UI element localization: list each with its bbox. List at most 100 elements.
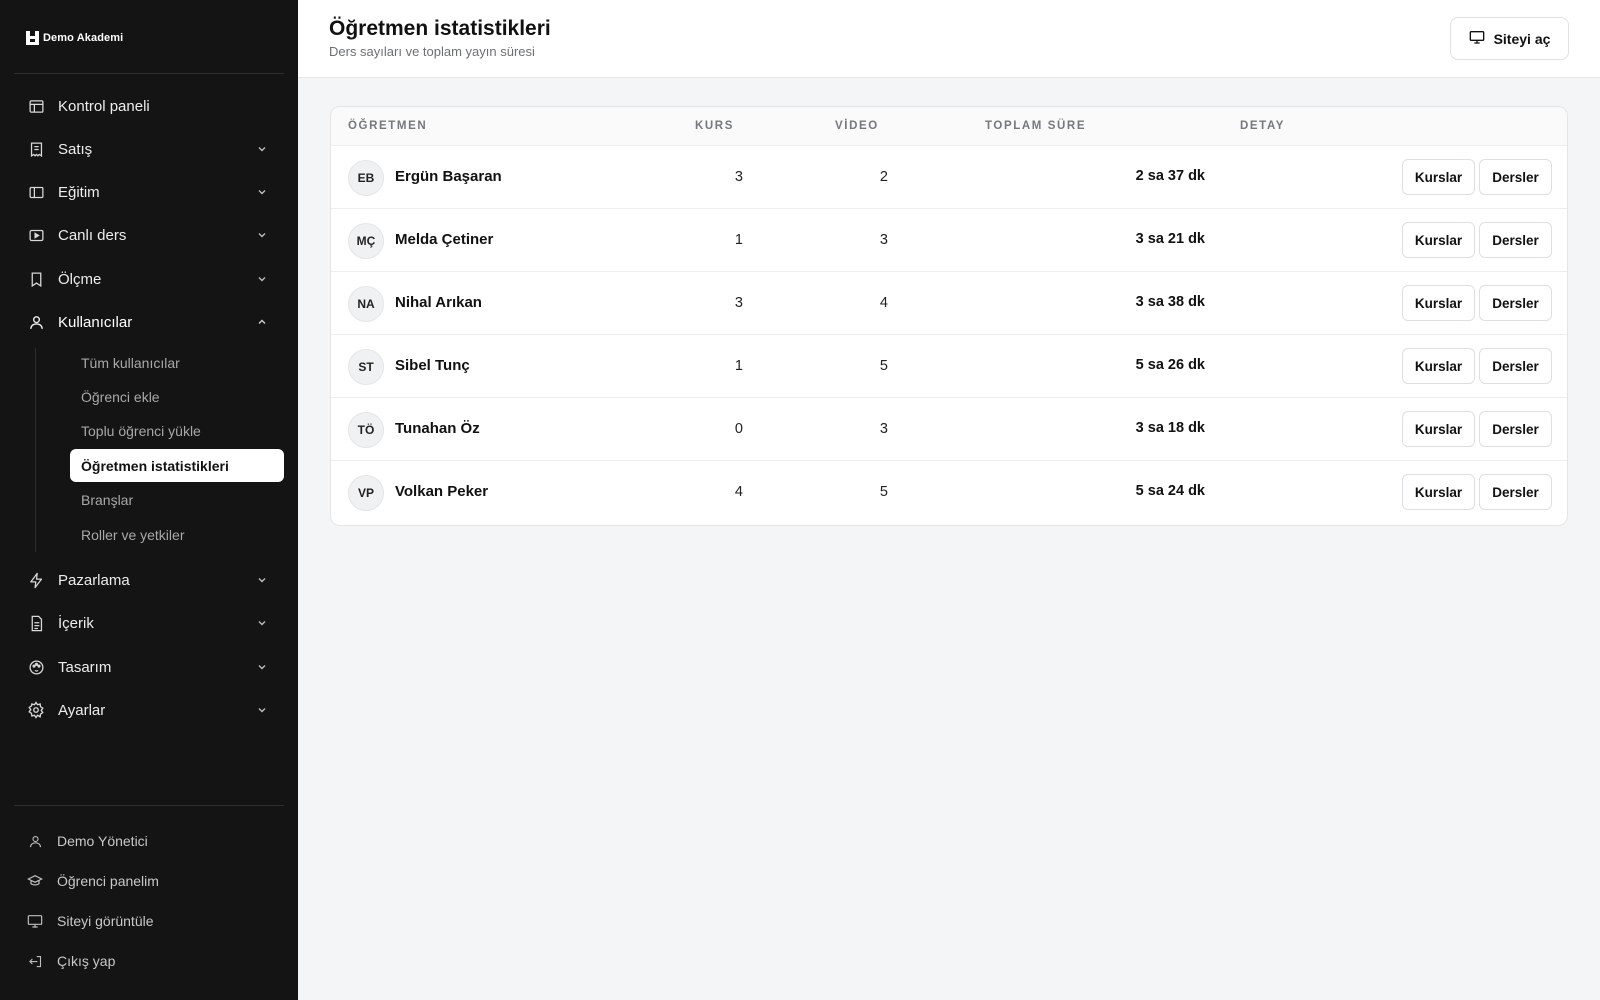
lessons-button[interactable]: Dersler <box>1479 411 1552 447</box>
bookmark-icon <box>27 270 45 288</box>
chevron-down-icon <box>256 143 268 155</box>
footer-item-label: Siteyi görüntüle <box>57 913 154 929</box>
total-duration: 2 sa 37 dk <box>1135 168 1205 184</box>
video-icon <box>27 226 45 244</box>
nav-item-label: Tasarım <box>58 658 112 676</box>
nav-item-olcme[interactable]: Ölçme <box>14 259 284 299</box>
page-header: Öğretmen istatistikleri Ders sayıları ve… <box>298 0 1600 78</box>
courses-button[interactable]: Kurslar <box>1402 474 1475 510</box>
chevron-down-icon <box>256 661 268 673</box>
column-header-video: VİDEO <box>835 120 879 132</box>
total-duration: 3 sa 21 dk <box>1135 231 1205 247</box>
column-header-kurs: KURS <box>695 120 734 132</box>
column-header-toplam-sure: TOPLAM SÜRE <box>985 120 1087 132</box>
footer-item-label: Öğrenci panelim <box>57 873 159 889</box>
total-duration: 3 sa 18 dk <box>1135 420 1205 436</box>
course-count: 4 <box>734 484 743 500</box>
chevron-down-icon <box>256 704 268 716</box>
nav-item-icerik[interactable]: İçerik <box>14 603 284 643</box>
courses-button[interactable]: Kurslar <box>1402 285 1475 321</box>
nav-item-label: Eğitim <box>58 183 100 201</box>
table-row: NA Nihal Arıkan 3 4 3 sa 38 dk Kurslar Dersler <box>331 272 1567 335</box>
chevron-down-icon <box>256 186 268 198</box>
avatar: ST <box>348 349 384 385</box>
nav-item-pazarlama[interactable]: Pazarlama <box>14 560 284 600</box>
video-count: 5 <box>879 484 888 500</box>
submenu-item-ogrenci-ekle[interactable]: Öğrenci ekle <box>70 380 284 413</box>
open-site-button[interactable]: Siteyi aç <box>1450 17 1569 60</box>
teacher-name: Volkan Peker <box>395 483 489 500</box>
palette-icon <box>27 658 45 676</box>
monitor-icon <box>1469 29 1485 48</box>
table-row: EB Ergün Başaran 3 2 2 sa 37 dk Kurslar Dersle… <box>331 146 1567 209</box>
total-duration: 5 sa 24 dk <box>1135 483 1205 499</box>
footer-item-label: Çıkış yap <box>57 953 116 969</box>
logo-mark-icon <box>26 31 39 45</box>
video-count: 2 <box>879 169 888 185</box>
nav-item-label: Pazarlama <box>58 571 130 589</box>
sidebar: Demo Akademi Kontrol paneli Satış Eğitim… <box>0 0 298 1000</box>
column-header-detay: DETAY <box>1240 120 1286 132</box>
open-site-label: Siteyi aç <box>1493 30 1551 47</box>
nav-item-canli-ders[interactable]: Canlı ders <box>14 215 284 255</box>
footer-item-demo-yonetici[interactable]: Demo Yönetici <box>14 824 284 858</box>
lightning-icon <box>27 571 45 589</box>
submenu-item-ogretmen-istatistikleri[interactable]: Öğretmen istatistikleri <box>70 449 284 482</box>
user-icon <box>27 833 43 849</box>
nav-item-label: Satış <box>58 140 93 158</box>
teacher-name: Tunahan Öz <box>395 420 480 437</box>
brand[interactable]: Demo Akademi <box>26 31 123 45</box>
video-count: 4 <box>879 295 888 311</box>
teacher-name: Nihal Arıkan <box>395 294 482 311</box>
avatar: MÇ <box>348 223 384 259</box>
submenu-item-roller-ve-yetkiler[interactable]: Roller ve yetkiler <box>70 518 284 551</box>
avatar: NA <box>348 286 384 322</box>
column-header-ogretmen: ÖĞRETMEN <box>348 120 428 132</box>
footer-item-cikis-yap[interactable]: Çıkış yap <box>14 944 284 978</box>
footer-item-ogrenci-panelim[interactable]: Öğrenci panelim <box>14 864 284 898</box>
avatar: VP <box>348 475 384 511</box>
nav-item-egitim[interactable]: Eğitim <box>14 172 284 212</box>
video-count: 3 <box>879 421 888 437</box>
video-count: 3 <box>879 232 888 248</box>
sidebar-divider <box>14 73 284 74</box>
footer-item-label: Demo Yönetici <box>57 833 148 849</box>
avatar: EB <box>348 160 384 196</box>
sidebar-divider <box>14 805 284 806</box>
nav-item-tasarim[interactable]: Tasarım <box>14 647 284 687</box>
submenu-item-tum-kullanicilar[interactable]: Tüm kullanıcılar <box>70 346 284 379</box>
nav-item-label: Canlı ders <box>58 226 127 244</box>
course-count: 1 <box>734 232 743 248</box>
table-row: VP Volkan Peker 4 5 5 sa 24 dk Kurslar Dersler <box>331 461 1567 524</box>
nav-item-label: Kullanıcılar <box>58 313 133 331</box>
page-subtitle: Ders sayıları ve toplam yayın süresi <box>329 44 535 59</box>
lessons-button[interactable]: Dersler <box>1479 474 1552 510</box>
dashboard-icon <box>27 97 45 115</box>
courses-button[interactable]: Kurslar <box>1402 159 1475 195</box>
graduation-cap-icon <box>27 873 43 889</box>
lessons-button[interactable]: Dersler <box>1479 222 1552 258</box>
footer-item-siteyi-goruntule[interactable]: Siteyi görüntüle <box>14 904 284 938</box>
lessons-button[interactable]: Dersler <box>1479 348 1552 384</box>
courses-button[interactable]: Kurslar <box>1402 348 1475 384</box>
chevron-down-icon <box>256 273 268 285</box>
submenu-item-branslar[interactable]: Branşlar <box>70 483 284 516</box>
video-count: 5 <box>879 358 888 374</box>
lessons-button[interactable]: Dersler <box>1479 159 1552 195</box>
nav-item-label: Ölçme <box>58 270 102 288</box>
courses-button[interactable]: Kurslar <box>1402 222 1475 258</box>
document-icon <box>27 614 45 632</box>
courses-button[interactable]: Kurslar <box>1402 411 1475 447</box>
nav-item-satis[interactable]: Satış <box>14 129 284 169</box>
monitor-icon <box>27 913 43 929</box>
course-count: 0 <box>734 421 743 437</box>
nav-item-kontrol-paneli[interactable]: Kontrol paneli <box>14 86 284 126</box>
submenu-item-toplu-ogrenci-yukle[interactable]: Toplu öğrenci yükle <box>70 414 284 447</box>
teacher-name: Sibel Tunç <box>395 357 470 374</box>
course-count: 3 <box>734 169 743 185</box>
lessons-button[interactable]: Dersler <box>1479 285 1552 321</box>
nav-item-ayarlar[interactable]: Ayarlar <box>14 690 284 730</box>
nav-item-kullanicilar[interactable]: Kullanıcılar <box>14 302 284 342</box>
nav-item-label: Kontrol paneli <box>58 97 150 115</box>
teacher-stats-table: ÖĞRETMEN KURS VİDEO TOPLAM SÜRE DETAY EB… <box>330 106 1568 526</box>
